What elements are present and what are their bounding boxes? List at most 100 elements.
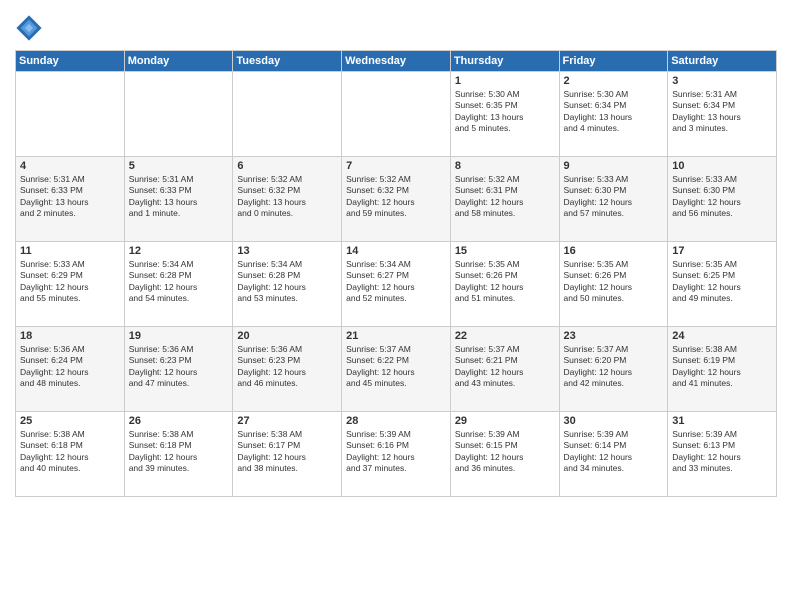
col-header-saturday: Saturday: [668, 51, 777, 72]
logo: [15, 14, 47, 42]
day-number: 29: [455, 415, 555, 427]
calendar-cell: 17 Sunrise: 5:35 AM Sunset: 6:25 PM Dayli…: [668, 242, 777, 327]
calendar-cell: 16 Sunrise: 5:35 AM Sunset: 6:26 PM Dayli…: [559, 242, 668, 327]
day-info: Sunrise: 5:36 AM Sunset: 6:23 PM Dayligh…: [237, 344, 337, 390]
day-info: Sunrise: 5:31 AM Sunset: 6:34 PM Dayligh…: [672, 89, 772, 135]
day-info: Sunrise: 5:33 AM Sunset: 6:29 PM Dayligh…: [20, 259, 120, 305]
calendar-cell: 1 Sunrise: 5:30 AM Sunset: 6:35 PM Daylig…: [450, 72, 559, 157]
day-number: 6: [237, 160, 337, 172]
calendar-header-row: SundayMondayTuesdayWednesdayThursdayFrid…: [16, 51, 777, 72]
day-info: Sunrise: 5:39 AM Sunset: 6:16 PM Dayligh…: [346, 429, 446, 475]
calendar-cell: 4Sunrise: 5:31 AM Sunset: 6:33 PM Daylig…: [16, 157, 125, 242]
day-info: Sunrise: 5:35 AM Sunset: 6:26 PM Dayligh…: [455, 259, 555, 305]
day-number: 10: [672, 160, 772, 172]
calendar-cell: 12Sunrise: 5:34 AM Sunset: 6:28 PM Dayli…: [124, 242, 233, 327]
day-number: 5: [129, 160, 229, 172]
calendar-cell: 29 Sunrise: 5:39 AM Sunset: 6:15 PM Dayli…: [450, 412, 559, 497]
day-number: 19: [129, 330, 229, 342]
col-header-wednesday: Wednesday: [342, 51, 451, 72]
day-info: Sunrise: 5:36 AM Sunset: 6:23 PM Dayligh…: [129, 344, 229, 390]
day-info: Sunrise: 5:35 AM Sunset: 6:25 PM Dayligh…: [672, 259, 772, 305]
calendar-cell: [233, 72, 342, 157]
calendar-cell: 15 Sunrise: 5:35 AM Sunset: 6:26 PM Dayli…: [450, 242, 559, 327]
col-header-sunday: Sunday: [16, 51, 125, 72]
day-info: Sunrise: 5:32 AM Sunset: 6:32 PM Dayligh…: [346, 174, 446, 220]
day-info: Sunrise: 5:37 AM Sunset: 6:22 PM Dayligh…: [346, 344, 446, 390]
day-number: 27: [237, 415, 337, 427]
day-info: Sunrise: 5:37 AM Sunset: 6:20 PM Dayligh…: [564, 344, 664, 390]
day-info: Sunrise: 5:39 AM Sunset: 6:15 PM Dayligh…: [455, 429, 555, 475]
day-number: 23: [564, 330, 664, 342]
calendar-cell: 28 Sunrise: 5:39 AM Sunset: 6:16 PM Dayli…: [342, 412, 451, 497]
page: SundayMondayTuesdayWednesdayThursdayFrid…: [0, 0, 792, 612]
day-number: 1: [455, 75, 555, 87]
day-info: Sunrise: 5:31 AM Sunset: 6:33 PM Dayligh…: [129, 174, 229, 220]
day-info: Sunrise: 5:32 AM Sunset: 6:31 PM Dayligh…: [455, 174, 555, 220]
day-number: 21: [346, 330, 446, 342]
day-number: 14: [346, 245, 446, 257]
logo-icon: [15, 14, 43, 42]
day-info: Sunrise: 5:33 AM Sunset: 6:30 PM Dayligh…: [672, 174, 772, 220]
calendar-cell: [16, 72, 125, 157]
day-number: 13: [237, 245, 337, 257]
calendar-cell: 26Sunrise: 5:38 AM Sunset: 6:18 PM Dayli…: [124, 412, 233, 497]
day-number: 20: [237, 330, 337, 342]
day-number: 28: [346, 415, 446, 427]
calendar-cell: 10 Sunrise: 5:33 AM Sunset: 6:30 PM Dayli…: [668, 157, 777, 242]
col-header-friday: Friday: [559, 51, 668, 72]
day-info: Sunrise: 5:38 AM Sunset: 6:17 PM Dayligh…: [237, 429, 337, 475]
calendar-cell: 7Sunrise: 5:32 AM Sunset: 6:32 PM Daylig…: [342, 157, 451, 242]
calendar-cell: 25 Sunrise: 5:38 AM Sunset: 6:18 PM Dayli…: [16, 412, 125, 497]
calendar-cell: 11 Sunrise: 5:33 AM Sunset: 6:29 PM Dayli…: [16, 242, 125, 327]
day-info: Sunrise: 5:34 AM Sunset: 6:28 PM Dayligh…: [237, 259, 337, 305]
day-info: Sunrise: 5:30 AM Sunset: 6:34 PM Dayligh…: [564, 89, 664, 135]
calendar-cell: [342, 72, 451, 157]
calendar-cell: 23 Sunrise: 5:37 AM Sunset: 6:20 PM Dayli…: [559, 327, 668, 412]
calendar-cell: [124, 72, 233, 157]
header: [15, 10, 777, 42]
calendar-week-row: 18Sunrise: 5:36 AM Sunset: 6:24 PM Dayli…: [16, 327, 777, 412]
day-number: 31: [672, 415, 772, 427]
calendar: SundayMondayTuesdayWednesdayThursdayFrid…: [15, 50, 777, 497]
col-header-tuesday: Tuesday: [233, 51, 342, 72]
day-number: 15: [455, 245, 555, 257]
day-info: Sunrise: 5:30 AM Sunset: 6:35 PM Dayligh…: [455, 89, 555, 135]
day-number: 26: [129, 415, 229, 427]
calendar-cell: 27 Sunrise: 5:38 AM Sunset: 6:17 PM Dayli…: [233, 412, 342, 497]
col-header-thursday: Thursday: [450, 51, 559, 72]
calendar-cell: 18Sunrise: 5:36 AM Sunset: 6:24 PM Dayli…: [16, 327, 125, 412]
day-number: 3: [672, 75, 772, 87]
calendar-cell: 5 Sunrise: 5:31 AM Sunset: 6:33 PM Daylig…: [124, 157, 233, 242]
calendar-cell: 6Sunrise: 5:32 AM Sunset: 6:32 PM Daylig…: [233, 157, 342, 242]
day-info: Sunrise: 5:39 AM Sunset: 6:13 PM Dayligh…: [672, 429, 772, 475]
calendar-cell: 19 Sunrise: 5:36 AM Sunset: 6:23 PM Dayli…: [124, 327, 233, 412]
day-number: 9: [564, 160, 664, 172]
day-number: 2: [564, 75, 664, 87]
day-number: 24: [672, 330, 772, 342]
calendar-cell: 3 Sunrise: 5:31 AM Sunset: 6:34 PM Daylig…: [668, 72, 777, 157]
calendar-cell: 14 Sunrise: 5:34 AM Sunset: 6:27 PM Dayli…: [342, 242, 451, 327]
calendar-cell: 9 Sunrise: 5:33 AM Sunset: 6:30 PM Daylig…: [559, 157, 668, 242]
day-info: Sunrise: 5:38 AM Sunset: 6:19 PM Dayligh…: [672, 344, 772, 390]
day-number: 16: [564, 245, 664, 257]
day-number: 30: [564, 415, 664, 427]
calendar-week-row: 4Sunrise: 5:31 AM Sunset: 6:33 PM Daylig…: [16, 157, 777, 242]
calendar-cell: 13 Sunrise: 5:34 AM Sunset: 6:28 PM Dayli…: [233, 242, 342, 327]
day-info: Sunrise: 5:39 AM Sunset: 6:14 PM Dayligh…: [564, 429, 664, 475]
day-info: Sunrise: 5:34 AM Sunset: 6:27 PM Dayligh…: [346, 259, 446, 305]
day-info: Sunrise: 5:37 AM Sunset: 6:21 PM Dayligh…: [455, 344, 555, 390]
day-info: Sunrise: 5:33 AM Sunset: 6:30 PM Dayligh…: [564, 174, 664, 220]
day-info: Sunrise: 5:38 AM Sunset: 6:18 PM Dayligh…: [20, 429, 120, 475]
day-info: Sunrise: 5:35 AM Sunset: 6:26 PM Dayligh…: [564, 259, 664, 305]
day-number: 12: [129, 245, 229, 257]
col-header-monday: Monday: [124, 51, 233, 72]
calendar-cell: 20 Sunrise: 5:36 AM Sunset: 6:23 PM Dayli…: [233, 327, 342, 412]
calendar-cell: 24 Sunrise: 5:38 AM Sunset: 6:19 PM Dayli…: [668, 327, 777, 412]
calendar-cell: 8 Sunrise: 5:32 AM Sunset: 6:31 PM Daylig…: [450, 157, 559, 242]
day-number: 17: [672, 245, 772, 257]
day-number: 11: [20, 245, 120, 257]
day-number: 8: [455, 160, 555, 172]
day-info: Sunrise: 5:36 AM Sunset: 6:24 PM Dayligh…: [20, 344, 120, 390]
calendar-week-row: 1 Sunrise: 5:30 AM Sunset: 6:35 PM Daylig…: [16, 72, 777, 157]
day-number: 25: [20, 415, 120, 427]
